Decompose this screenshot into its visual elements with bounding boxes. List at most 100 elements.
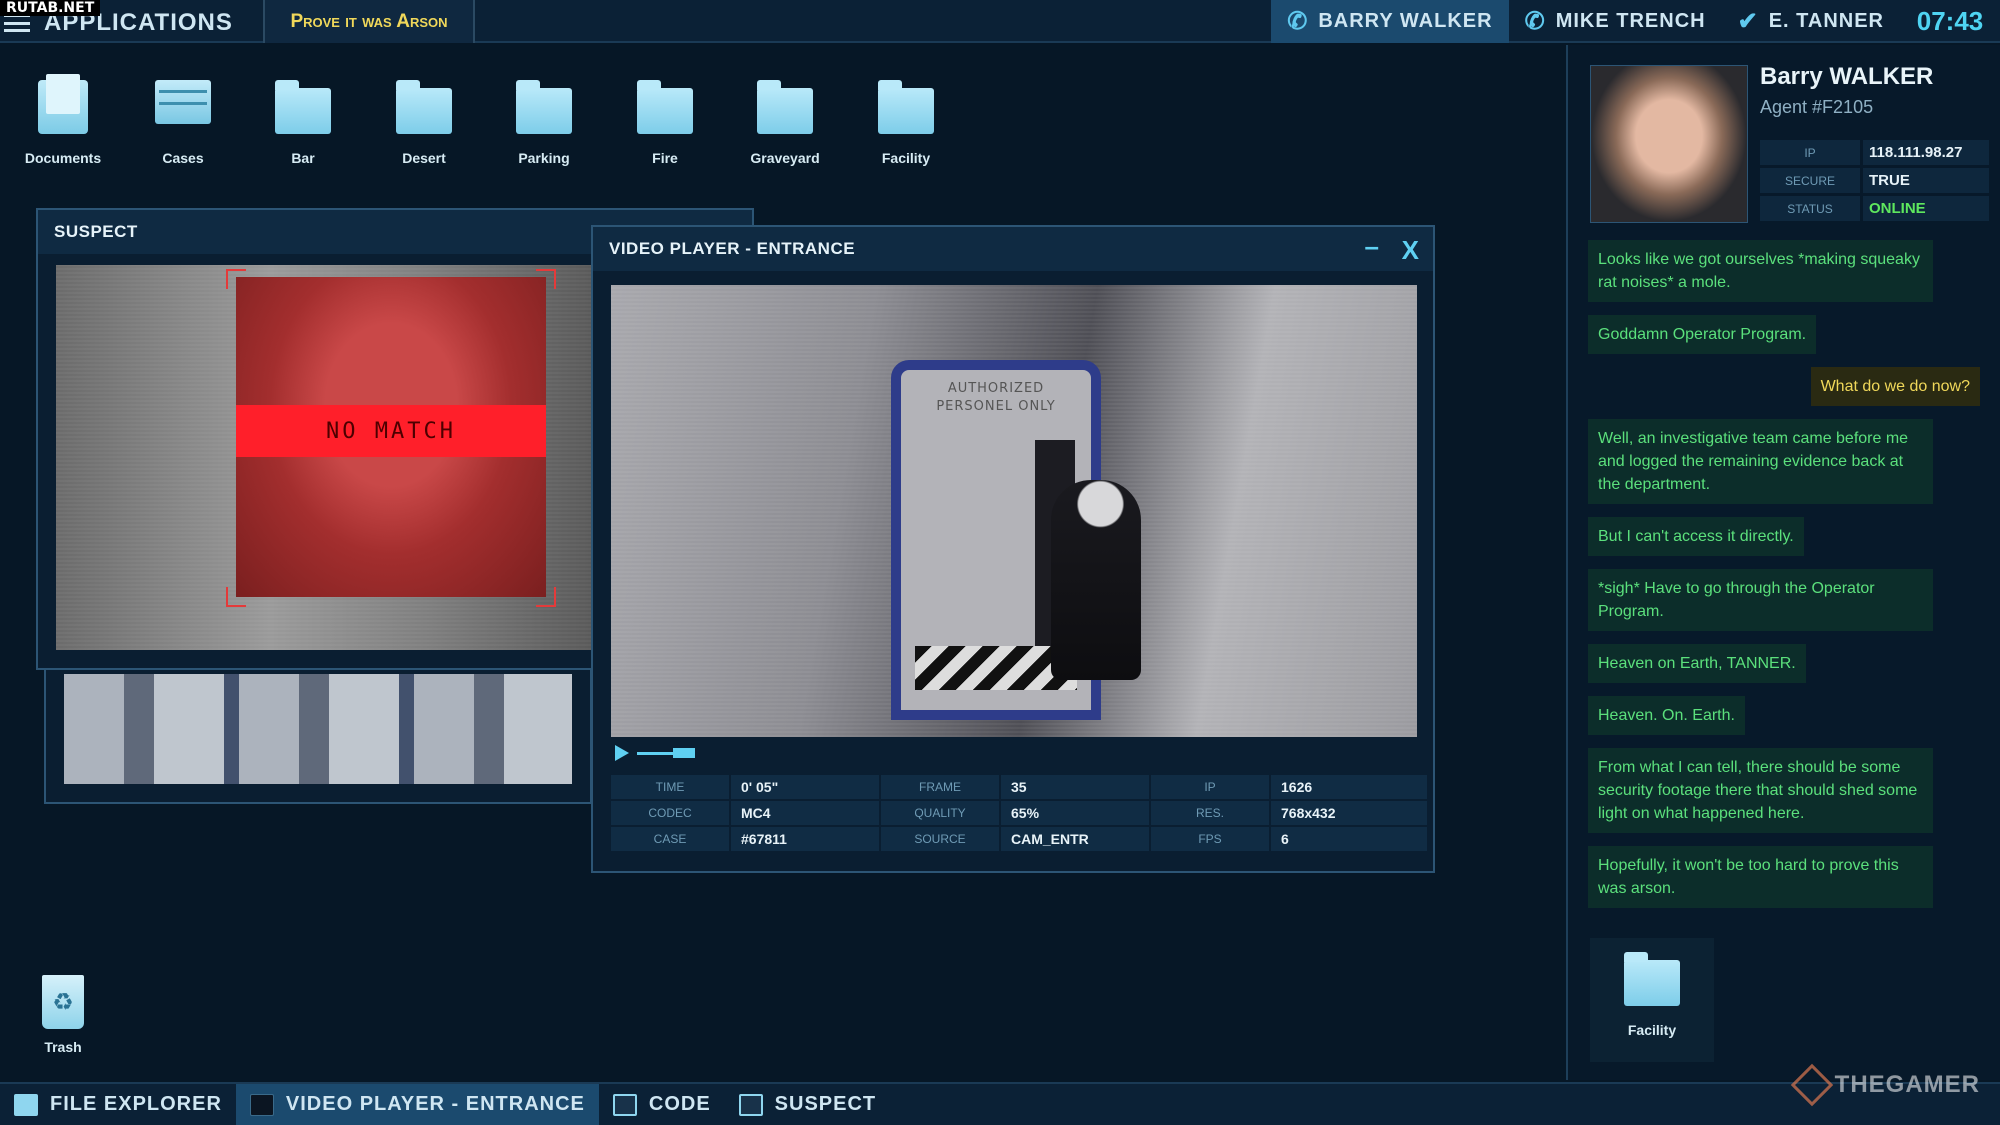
case-tab[interactable]: Prove it was Arson	[263, 0, 475, 43]
contact-e-tanner[interactable]: ✔ E. TANNER	[1722, 0, 1900, 43]
chat-message-user: What do we do now?	[1810, 367, 1980, 406]
contact-mike-trench[interactable]: ✆ MIKE TRENCH	[1509, 0, 1722, 43]
contact-label: BARRY WALKER	[1318, 10, 1493, 32]
taskbar: FILE EXPLORER VIDEO PLAYER - ENTRANCE CO…	[0, 1082, 2000, 1125]
meta-key: TIME	[611, 775, 729, 799]
chat-message: Hopefully, it won't be too hard to prove…	[1588, 846, 1933, 908]
face-scan-overlay: NO MATCH	[236, 277, 546, 597]
taskbar-code[interactable]: CODE	[599, 1084, 725, 1125]
folder-icon	[275, 80, 331, 134]
desktop-icon-graveyard[interactable]: Graveyard	[735, 80, 835, 166]
meta-key: CASE	[611, 827, 729, 851]
hamburger-icon	[4, 14, 30, 32]
taskbar-video-player[interactable]: VIDEO PLAYER - ENTRANCE	[235, 1084, 599, 1125]
info-key: SECURE	[1760, 168, 1860, 193]
meta-key: FPS	[1151, 827, 1269, 851]
desktop-icon-label: Facility	[881, 150, 931, 166]
contact-barry-walker[interactable]: ✆ BARRY WALKER	[1271, 0, 1509, 43]
desktop-icon-label: Desert	[402, 150, 446, 166]
image-file-icon	[738, 1093, 763, 1116]
desktop-icon-label: Graveyard	[750, 150, 820, 166]
playback-controls	[615, 745, 695, 761]
contact-label: E. TANNER	[1768, 10, 1884, 32]
video-file-icon	[249, 1093, 274, 1116]
meta-value: #67811	[731, 827, 879, 851]
info-key: IP	[1760, 140, 1860, 165]
agent-chat-panel: Barry WALKER Agent #F2105 IP 118.111.98.…	[1566, 45, 2000, 1080]
info-value: 118.111.98.27	[1863, 140, 1989, 165]
chat-attachment-facility[interactable]: Facility	[1590, 938, 1714, 1062]
contacts-bar: ✆ BARRY WALKER ✆ MIKE TRENCH ✔ E. TANNER…	[1271, 0, 2000, 43]
desktop-icon-facility[interactable]: Facility	[856, 80, 956, 166]
meta-key: RES.	[1151, 801, 1269, 825]
top-bar: Applications Prove it was Arson ✆ BARRY …	[0, 0, 2000, 43]
desktop-icon-cases[interactable]: Cases	[133, 80, 233, 166]
suspect-secondary-frame	[44, 668, 592, 804]
logo-text: THEGAMER	[1834, 1071, 1980, 1098]
agent-info-table: IP 118.111.98.27 SECURE TRUE STATUS ONLI…	[1760, 140, 1989, 221]
thegamer-logo: THEGAMER	[1790, 1063, 1980, 1107]
meta-value: MC4	[731, 801, 879, 825]
meta-key: SOURCE	[881, 827, 999, 851]
scrub-handle[interactable]	[673, 748, 695, 758]
chat-log: Looks like we got ourselves *making sque…	[1588, 240, 1988, 921]
chat-message: Heaven. On. Earth.	[1588, 696, 1745, 735]
match-status-banner: NO MATCH	[236, 405, 546, 457]
folder-icon	[878, 80, 934, 134]
folder-icon	[757, 80, 813, 134]
video-metadata-grid: TIME 0' 05" FRAME 35 IP 1626 CODEC MC4 Q…	[611, 775, 1427, 851]
taskbar-suspect[interactable]: SUSPECT	[725, 1084, 890, 1125]
meta-value: 35	[1001, 775, 1149, 799]
taskbar-label: CODE	[648, 1093, 711, 1115]
meta-key: QUALITY	[881, 801, 999, 825]
clock: 07:43	[1916, 6, 1984, 36]
window-title[interactable]: VIDEO PLAYER - ENTRANCE	[593, 227, 1433, 271]
taskbar-label: SUSPECT	[774, 1093, 877, 1115]
status-badge: ONLINE	[1863, 196, 1989, 221]
info-key: STATUS	[1760, 196, 1860, 221]
desktop-icon-parking[interactable]: Parking	[494, 80, 594, 166]
documents-icon	[38, 74, 88, 134]
desktop-icon-desert[interactable]: Desert	[374, 80, 474, 166]
close-button[interactable]: X	[1402, 235, 1419, 266]
chat-message: Well, an investigative team came before …	[1588, 419, 1933, 504]
person-figure	[1051, 480, 1141, 680]
desktop-icon-label: Bar	[291, 150, 315, 166]
attachment-label: Facility	[1627, 1022, 1677, 1038]
desktop-icon-bar[interactable]: Bar	[253, 80, 353, 166]
meta-value: 6	[1271, 827, 1427, 851]
desktop-icon-label: Cases	[162, 150, 204, 166]
play-icon[interactable]	[615, 745, 629, 761]
meta-value: 1626	[1271, 775, 1427, 799]
desktop-icon-trash[interactable]: ♻ Trash	[13, 975, 113, 1055]
chat-message: From what I can tell, there should be so…	[1588, 748, 1933, 833]
minimize-button[interactable]: –	[1365, 231, 1379, 262]
scrub-track[interactable]	[637, 751, 673, 755]
video-player-window[interactable]: VIDEO PLAYER - ENTRANCE – X AUTHORIZED P…	[591, 225, 1435, 873]
meta-value: 768x432	[1271, 801, 1427, 825]
meta-key: FRAME	[881, 775, 999, 799]
meta-value: CAM_ENTR	[1001, 827, 1149, 851]
meta-key: CODEC	[611, 801, 729, 825]
video-frame[interactable]: AUTHORIZED PERSONEL ONLY	[611, 285, 1417, 737]
desktop-icon-label: Fire	[652, 150, 678, 166]
suspect-photo: NO MATCH	[56, 265, 591, 650]
chat-message: Looks like we got ourselves *making sque…	[1588, 240, 1933, 302]
contact-label: MIKE TRENCH	[1555, 10, 1706, 32]
recycle-icon: ♻	[42, 975, 84, 1029]
agent-id: Agent #F2105	[1760, 97, 1874, 117]
desktop-icon-documents[interactable]: Documents	[13, 74, 113, 166]
taskbar-file-explorer[interactable]: FILE EXPLORER	[0, 1084, 236, 1125]
meta-value: 65%	[1001, 801, 1149, 825]
info-value: TRUE	[1863, 168, 1989, 193]
site-watermark: RUTAB.NET	[0, 0, 101, 16]
suspect-image-strip	[64, 674, 572, 784]
meta-key: IP	[1151, 775, 1269, 799]
folder-icon	[14, 1093, 38, 1116]
phone-icon: ✆	[1287, 8, 1309, 35]
desktop-icon-label: Documents	[24, 150, 102, 166]
desktop-icon-fire[interactable]: Fire	[615, 80, 715, 166]
logo-mark-icon	[1790, 1063, 1833, 1107]
taskbar-label: VIDEO PLAYER - ENTRANCE	[285, 1093, 585, 1115]
phone-icon: ✆	[1524, 8, 1546, 35]
